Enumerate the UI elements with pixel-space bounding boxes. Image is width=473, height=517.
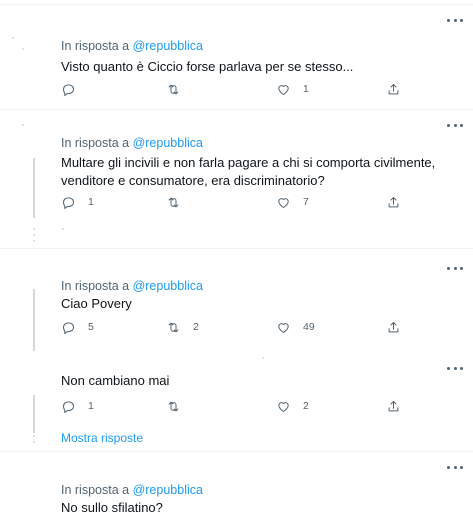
- thread-dot: [33, 441, 35, 443]
- reply-icon: [63, 83, 74, 96]
- avatar-fragment: [12, 37, 14, 39]
- reply-prefix: In risposta a: [61, 279, 130, 293]
- reply-count: 1: [88, 196, 94, 208]
- reply-handle-link[interactable]: @repubblica: [133, 39, 203, 53]
- heart-icon: [278, 84, 289, 95]
- more-icon[interactable]: [447, 122, 463, 128]
- retweet-icon: [168, 197, 179, 207]
- more-icon[interactable]: [447, 464, 463, 470]
- tweet-text: Non cambiano mai: [61, 373, 170, 388]
- like-count: 49: [303, 321, 315, 333]
- tweet[interactable]: In risposta a @repubblica Visto quanto è…: [0, 5, 473, 109]
- tweet-actions: 1 7: [61, 194, 406, 210]
- heart-icon: [278, 197, 289, 208]
- reply-prefix: In risposta a: [61, 39, 130, 53]
- thread-dot: [33, 240, 35, 242]
- show-replies-link[interactable]: Mostra risposte: [61, 431, 143, 445]
- share-button[interactable]: [386, 319, 401, 335]
- reply-button[interactable]: 1: [61, 194, 94, 210]
- retweet-icon: [168, 84, 179, 94]
- share-icon: [388, 83, 399, 94]
- reply-button[interactable]: 5: [61, 319, 94, 335]
- reply-context: In risposta a @repubblica: [61, 39, 203, 53]
- reply-icon: [63, 321, 74, 334]
- reply-count: 1: [88, 400, 94, 412]
- tweet-actions: 1: [61, 81, 406, 97]
- like-button[interactable]: 49: [276, 319, 315, 335]
- tweet-text: Ciao Povery: [61, 296, 132, 311]
- tweet[interactable]: In risposta a @repubblica Ciao Povery 5 …: [0, 249, 473, 355]
- avatar-fragment: [262, 357, 264, 359]
- tweet-text: No sullo sfilatino?: [61, 500, 163, 515]
- retweet-button[interactable]: [166, 81, 193, 97]
- share-button[interactable]: [386, 194, 401, 210]
- tweet-text: Multare gli incivili e non farla pagare …: [61, 155, 436, 188]
- like-count: 1: [303, 83, 309, 95]
- reply-context: In risposta a @repubblica: [61, 136, 203, 150]
- like-button[interactable]: 7: [276, 194, 309, 210]
- reply-count: 5: [88, 321, 94, 333]
- thread-line: [33, 289, 35, 351]
- retweet-button[interactable]: [166, 194, 193, 210]
- reply-context: In risposta a @repubblica: [61, 483, 203, 497]
- more-icon[interactable]: [447, 17, 463, 23]
- reply-icon: [63, 196, 74, 209]
- thread-dot: [33, 228, 35, 230]
- like-button[interactable]: 1: [276, 81, 309, 97]
- thread-dot: [33, 234, 35, 236]
- like-button[interactable]: 2: [276, 398, 309, 414]
- heart-icon: [278, 401, 289, 412]
- tweet-text: Visto quanto è Ciccio forse parlava per …: [61, 59, 354, 74]
- share-icon: [388, 400, 399, 411]
- reply-handle-link[interactable]: @repubblica: [133, 136, 203, 150]
- tweet-actions: 5 2 49: [61, 319, 406, 335]
- share-button[interactable]: [386, 81, 401, 97]
- share-icon: [388, 196, 399, 207]
- thread-line: [33, 158, 35, 218]
- reply-context: In risposta a @repubblica: [61, 279, 203, 293]
- avatar-fragment: [22, 48, 24, 50]
- retweet-icon: [168, 401, 179, 411]
- reply-button[interactable]: [61, 81, 88, 97]
- reply-handle-link[interactable]: @repubblica: [133, 279, 203, 293]
- retweet-button[interactable]: 2: [166, 319, 199, 335]
- retweet-count: 2: [193, 321, 199, 333]
- thread-dot: [33, 435, 35, 437]
- tweet[interactable]: In risposta a @repubblica No sullo sfila…: [0, 452, 473, 517]
- more-icon[interactable]: [447, 365, 463, 371]
- share-button[interactable]: [386, 398, 401, 414]
- tweet[interactable]: In risposta a @repubblica Multare gli in…: [0, 110, 473, 248]
- reply-button[interactable]: 1: [61, 398, 94, 414]
- reply-handle-link[interactable]: @repubblica: [133, 483, 203, 497]
- like-count: 2: [303, 400, 309, 412]
- reply-prefix: In risposta a: [61, 136, 130, 150]
- reply-icon: [63, 400, 74, 413]
- tweet-actions: 1 2: [61, 398, 406, 414]
- reply-prefix: In risposta a: [61, 483, 130, 497]
- thread-line: [33, 395, 35, 433]
- retweet-icon: [168, 322, 179, 332]
- retweet-button[interactable]: [166, 398, 193, 414]
- avatar-fragment: [22, 124, 24, 126]
- thread-dot: [62, 228, 64, 230]
- share-icon: [388, 321, 399, 332]
- like-count: 7: [303, 196, 309, 208]
- heart-icon: [278, 322, 289, 333]
- tweet[interactable]: Non cambiano mai 1 2 Mostra risposte: [0, 355, 473, 451]
- more-icon[interactable]: [447, 265, 463, 271]
